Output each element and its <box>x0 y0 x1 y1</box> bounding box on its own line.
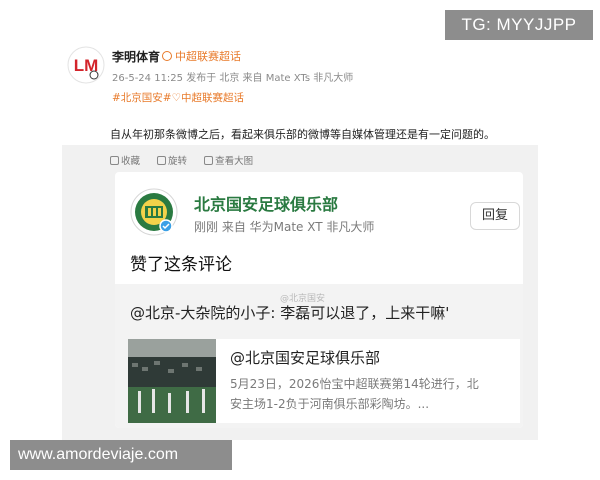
post-meta: 26-5-24 11:25 发布于 北京 来自 Mate XTs 非凡大师 <box>112 73 354 84</box>
guoan-crest-icon <box>130 188 178 236</box>
site-watermark-label: www.amordeviaje.com <box>10 440 232 470</box>
club-name[interactable]: 北京国安足球俱乐部 <box>194 191 338 215</box>
rotate-button[interactable]: 旋转 <box>157 153 187 167</box>
rotate-label: 旋转 <box>168 156 188 167</box>
club-post-meta: 刚刚 来自 华为Mate XT 非凡大师 <box>194 220 375 234</box>
embedded-screenshot-card: 北京国安足球俱乐部 刚刚 来自 华为Mate XT 非凡大师 回复 赞了这条评论… <box>115 172 523 428</box>
quoted-post-desc-line1: 5月23日，2026怡宝中超联赛第14轮进行，北 <box>230 377 479 391</box>
lm-logo-icon: LM <box>67 46 105 84</box>
quoted-comment-block: @北京国安 @北京-大杂院的小子: 李磊可以退了，上来干嘛' @北京国安足球俱乐… <box>115 284 523 428</box>
bookmark-label: 收藏 <box>121 156 141 167</box>
tg-watermark-label: TG: MYYJJPP <box>445 10 593 40</box>
quoted-post-title: @北京国安足球俱乐部 <box>230 349 381 367</box>
post-text: 自从年初那条微博之后，看起来俱乐部的微博等自媒体管理还是有一定问题的。 <box>110 128 495 141</box>
view-large-label: 查看大图 <box>215 156 254 167</box>
post-hashtags[interactable]: #北京国安#♡中超联赛超话 <box>112 90 244 105</box>
author-name[interactable]: 李明体育 <box>112 48 160 65</box>
quoted-post-card[interactable]: @北京国安足球俱乐部 5月23日，2026怡宝中超联赛第14轮进行，北 安主场1… <box>128 339 520 423</box>
supertopic-icon <box>162 51 172 61</box>
quoted-comment[interactable]: @北京-大杂院的小子: 李磊可以退了，上来干嘛' <box>130 302 449 323</box>
author-tag-label: 中超联赛超话 <box>175 50 241 63</box>
bookmark-button[interactable]: 收藏 <box>110 153 140 167</box>
quoted-post-desc-line2: 安主场1-2负于河南俱乐部彩陶坊。... <box>230 397 430 411</box>
reply-button[interactable]: 回复 <box>470 202 520 230</box>
stadium-thumbnail <box>128 339 216 423</box>
club-avatar[interactable] <box>130 188 178 236</box>
liked-comment-text: 赞了这条评论 <box>130 255 232 275</box>
repost-icon <box>157 156 167 165</box>
stadium-image-icon <box>128 339 216 423</box>
enlarge-icon <box>204 156 214 165</box>
bookmark-icon <box>110 156 119 165</box>
author-supertopic-tag[interactable]: 中超联赛超话 <box>162 48 241 64</box>
image-actions: 收藏 旋转 查看大图 <box>110 153 267 167</box>
view-large-button[interactable]: 查看大图 <box>204 153 253 167</box>
author-avatar[interactable]: LM <box>67 46 105 84</box>
